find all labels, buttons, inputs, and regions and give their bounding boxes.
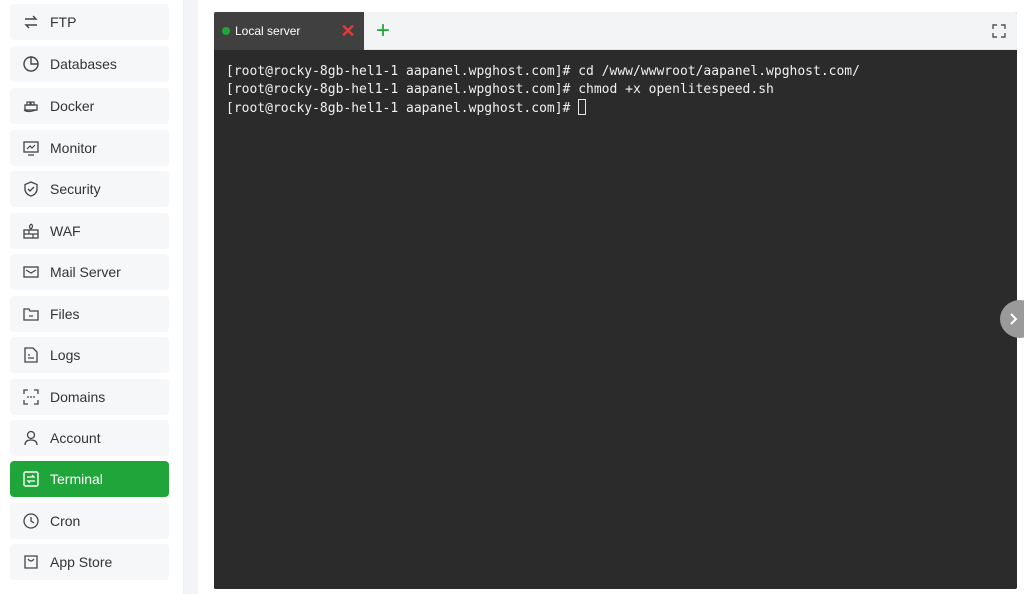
sidebar-item-label: Logs <box>50 347 81 363</box>
terminal-tabbar: Local server ✕ + <box>214 12 1017 50</box>
terminal-panel: Local server ✕ + [root@rocky-8gb-hel1-1 … <box>214 12 1017 589</box>
sidebar-item-label: App Store <box>50 554 113 570</box>
terminal-line: [root@rocky-8gb-hel1-1 aapanel.wpghost.c… <box>226 82 774 97</box>
terminal-line: [root@rocky-8gb-hel1-1 aapanel.wpghost.c… <box>226 64 860 79</box>
sidebar-item-account[interactable]: Account <box>10 420 169 456</box>
database-icon <box>22 55 40 73</box>
sidebar-item-label: Databases <box>50 56 117 72</box>
sidebar-item-app-store[interactable]: App Store <box>10 544 169 580</box>
sidebar-item-label: Mail Server <box>50 264 121 280</box>
sidebar-item-domains[interactable]: Domains <box>10 379 169 415</box>
sidebar-item-label: WAF <box>50 223 81 239</box>
sidebar-item-label: Account <box>50 430 101 446</box>
sidebar-item-label: Security <box>50 181 101 197</box>
clock-icon <box>22 512 40 530</box>
sidebar-item-waf[interactable]: WAF <box>10 213 169 249</box>
sidebar-item-label: Docker <box>50 98 95 114</box>
chevron-right-icon <box>1010 313 1018 325</box>
sidebar-item-monitor[interactable]: Monitor <box>10 130 169 166</box>
monitor-icon <box>22 139 40 157</box>
add-tab-button[interactable]: + <box>372 19 394 43</box>
sidebar-item-label: Cron <box>50 513 81 529</box>
sidebar-item-label: FTP <box>50 14 77 30</box>
sidebar: FTP Databases Docker Monitor Security WA… <box>0 0 184 594</box>
firewall-icon <box>22 222 40 240</box>
mail-icon <box>22 263 40 281</box>
domain-icon <box>22 388 40 406</box>
sidebar-item-security[interactable]: Security <box>10 171 169 207</box>
sidebar-item-docker[interactable]: Docker <box>10 88 169 124</box>
sidebar-item-label: Domains <box>50 389 106 405</box>
ftp-icon <box>22 13 40 31</box>
store-icon <box>22 553 40 571</box>
sidebar-item-logs[interactable]: Logs <box>10 337 169 373</box>
sidebar-item-label: Files <box>50 306 80 322</box>
close-icon[interactable]: ✕ <box>340 22 356 40</box>
log-icon <box>22 346 40 364</box>
terminal-icon <box>22 470 40 488</box>
terminal-cursor <box>578 99 587 115</box>
sidebar-item-label: Terminal <box>50 471 103 487</box>
tab-label: Local server <box>235 24 301 38</box>
sidebar-item-ftp[interactable]: FTP <box>10 4 169 40</box>
sidebar-item-files[interactable]: Files <box>10 296 169 332</box>
status-dot <box>222 27 230 35</box>
sidebar-item-databases[interactable]: Databases <box>10 46 169 82</box>
terminal-prompt: [root@rocky-8gb-hel1-1 aapanel.wpghost.c… <box>226 101 579 116</box>
sidebar-item-terminal[interactable]: Terminal <box>10 461 169 497</box>
tab-local-server[interactable]: Local server ✕ <box>214 12 364 50</box>
sidebar-item-cron[interactable]: Cron <box>10 503 169 539</box>
sidebar-item-label: Monitor <box>50 140 97 156</box>
user-icon <box>22 429 40 447</box>
docker-icon <box>22 97 40 115</box>
folder-icon <box>22 305 40 323</box>
main-content: Local server ✕ + [root@rocky-8gb-hel1-1 … <box>198 0 1024 594</box>
shield-icon <box>22 180 40 198</box>
terminal-output[interactable]: [root@rocky-8gb-hel1-1 aapanel.wpghost.c… <box>214 50 1017 589</box>
sidebar-item-mail-server[interactable]: Mail Server <box>10 254 169 290</box>
fullscreen-icon[interactable] <box>991 23 1007 39</box>
terminal-line: [root@rocky-8gb-hel1-1 aapanel.wpghost.c… <box>226 99 1005 118</box>
